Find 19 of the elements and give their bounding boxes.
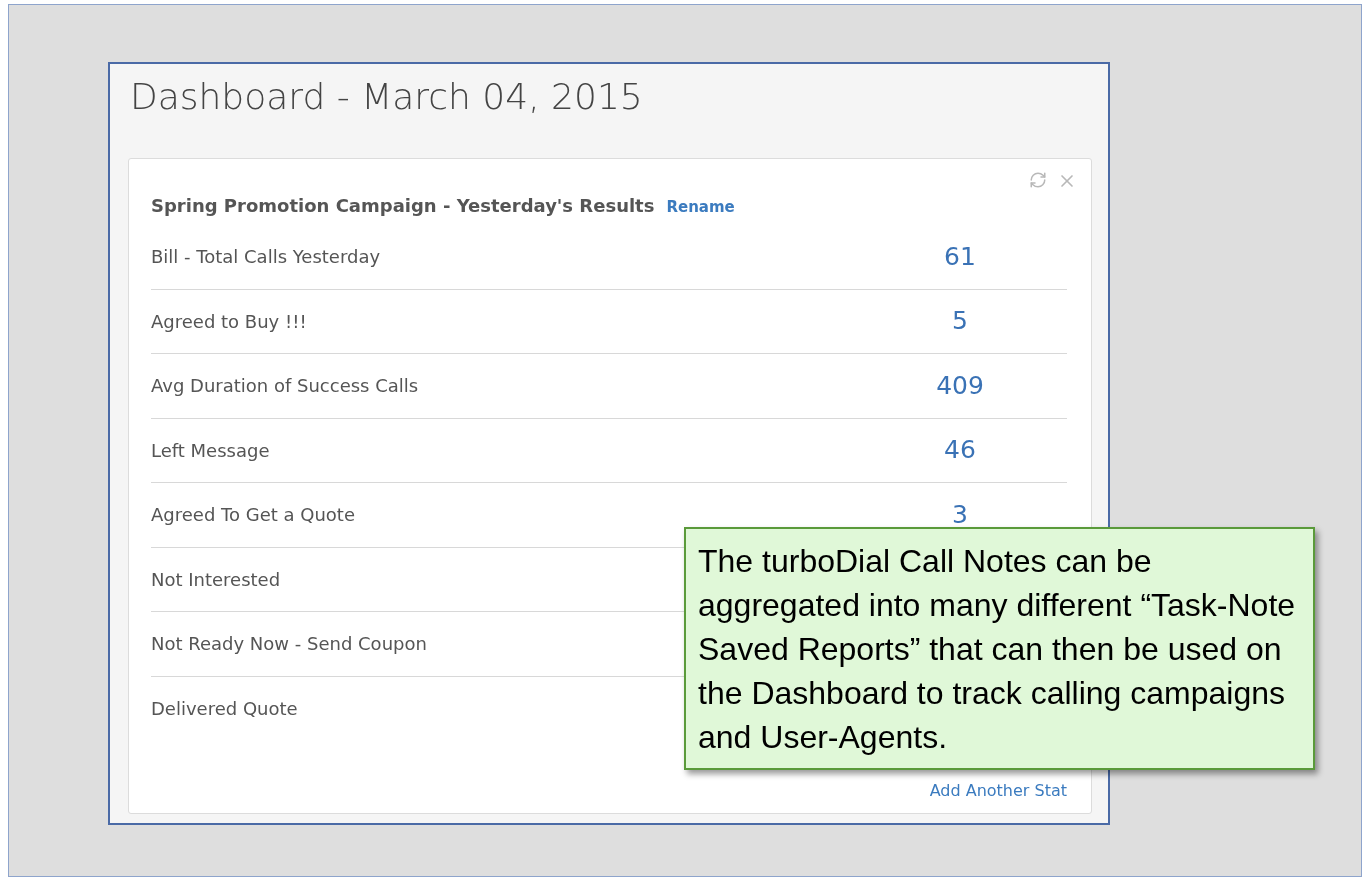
stat-value: 409 <box>935 369 985 402</box>
rename-link[interactable]: Rename <box>666 196 735 219</box>
stat-value: 61 <box>943 240 977 273</box>
add-stat-link[interactable]: Add Another Stat <box>929 779 1067 803</box>
stat-label: Agreed To Get a Quote <box>151 503 355 528</box>
stat-value: 3 <box>951 498 969 531</box>
page-title: Dashboard - March 04, 2015 <box>130 75 644 119</box>
stat-label: Not Interested <box>151 567 281 592</box>
stat-label: Delivered Quote <box>151 697 298 722</box>
stat-label: Agreed to Buy !!! <box>151 309 307 334</box>
stat-value: 46 <box>943 434 977 467</box>
stat-value: 5 <box>951 305 969 338</box>
stat-label: Not Ready Now - Send Coupon <box>151 632 427 657</box>
stat-label: Bill - Total Calls Yesterday <box>151 245 381 270</box>
callout-text: The turboDial Call Notes can be aggregated into many different “Task-Note Saved Reports” that can then be used on the Dashboard to track calling campaigns and User-Agents. <box>698 542 1297 757</box>
widget-title: Spring Promotion Campaign - Yesterday's Results <box>151 194 655 218</box>
stat-label: Avg Duration of Success Calls <box>151 374 419 399</box>
stat-label: Left Message <box>151 438 270 463</box>
refresh-icon[interactable] <box>1029 171 1047 189</box>
